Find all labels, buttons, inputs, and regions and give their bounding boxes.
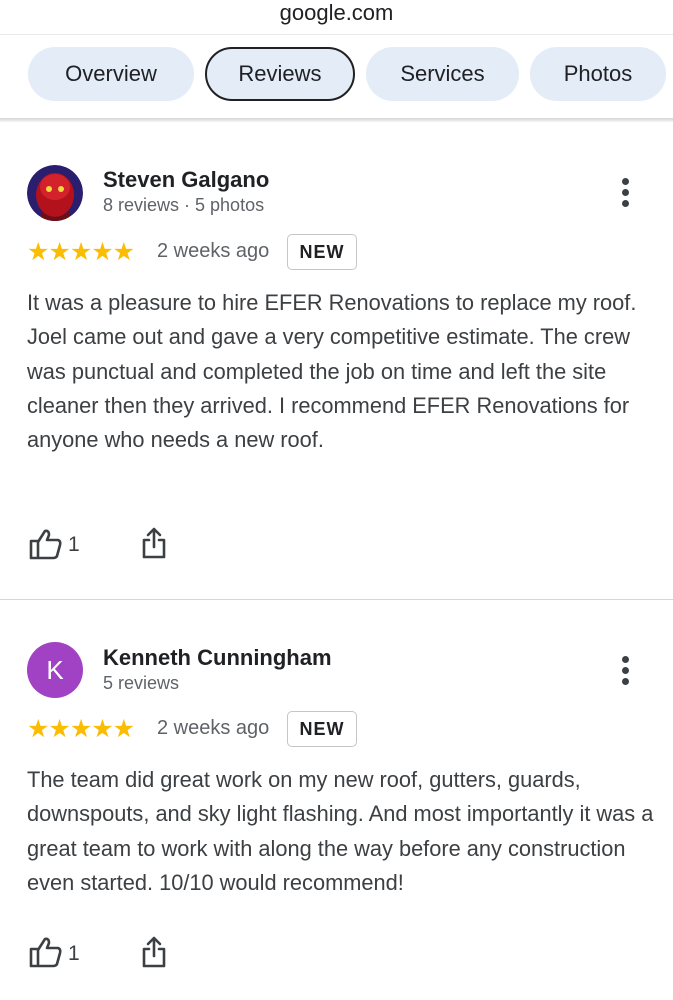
review-divider <box>0 599 673 600</box>
avatar[interactable]: K <box>27 642 83 698</box>
reviewer-name[interactable]: Kenneth Cunningham <box>103 645 332 671</box>
review-text: The team did great work on my new roof, … <box>27 767 654 895</box>
avatar-letter: K <box>46 654 64 685</box>
new-badge: NEW <box>287 711 357 747</box>
reviewer-name[interactable]: Steven Galgano <box>103 167 269 193</box>
review-time: 2 weeks ago <box>157 717 270 739</box>
tab-reviews[interactable]: Reviews <box>205 47 355 101</box>
star-rating: ★★★★★ <box>27 238 135 266</box>
url-bar[interactable]: google.com <box>0 0 673 30</box>
star-rating: ★★★★★ <box>27 715 135 743</box>
more-options-icon[interactable] <box>616 656 634 686</box>
review-text: It was a pleasure to hire EFER Renovatio… <box>27 290 637 453</box>
header-divider <box>0 34 673 35</box>
avatar-image <box>27 165 83 221</box>
thumbs-up-icon[interactable] <box>29 936 63 968</box>
new-badge: NEW <box>287 234 357 270</box>
like-count: 1 <box>68 533 80 556</box>
tab-photos[interactable]: Photos <box>530 47 666 101</box>
share-icon[interactable] <box>141 527 167 559</box>
tab-services[interactable]: Services <box>366 47 519 101</box>
more-options-icon[interactable] <box>616 178 634 208</box>
tab-overview[interactable]: Overview <box>28 47 194 101</box>
thumbs-up-icon[interactable] <box>29 528 63 560</box>
avatar[interactable] <box>27 165 83 221</box>
review-time: 2 weeks ago <box>157 240 270 262</box>
like-count: 1 <box>68 942 80 965</box>
tab-bar: Overview Reviews Services Photos <box>28 47 673 103</box>
tab-bar-shadow <box>0 118 673 122</box>
reviewer-meta[interactable]: 5 reviews <box>103 673 179 694</box>
url-text: google.com <box>279 0 394 25</box>
share-icon[interactable] <box>141 936 167 968</box>
reviewer-meta[interactable]: 8 reviews · 5 photos <box>103 195 264 216</box>
